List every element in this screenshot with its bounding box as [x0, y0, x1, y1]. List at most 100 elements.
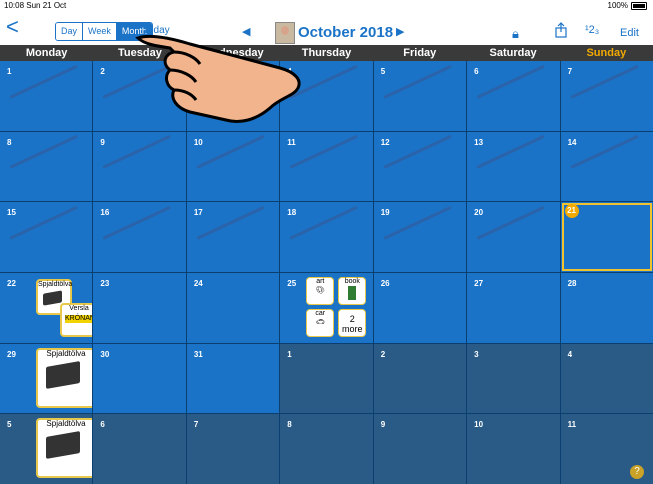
day-number: 22	[7, 278, 16, 288]
day-number: 2	[100, 67, 105, 76]
day-number: 7	[193, 420, 199, 430]
event-label: book	[344, 277, 360, 285]
event-label: Spjaldtölva	[38, 280, 73, 288]
day-cell[interactable]: 28	[560, 272, 653, 343]
day-number: 11	[567, 420, 577, 430]
day-cell-next-month[interactable]: 3	[467, 343, 560, 414]
day-number: 4	[567, 349, 573, 359]
day-cell[interactable]: 14	[560, 131, 653, 202]
day-number: 10	[193, 137, 203, 147]
event-card-versla[interactable]: Versla KRÓNAN	[60, 302, 93, 337]
day-cell[interactable]: 13	[467, 131, 560, 202]
month-title: October 2018	[298, 24, 394, 41]
day-cell[interactable]: 5	[373, 61, 467, 131]
day-cell-next-month[interactable]: 7	[186, 414, 280, 484]
day-number: 12	[380, 137, 390, 147]
help-icon[interactable]: ?	[630, 465, 644, 479]
day-number: 26	[380, 278, 390, 288]
segment-day[interactable]: Day	[56, 23, 84, 40]
day-number: 25	[287, 278, 297, 288]
day-number: 27	[474, 278, 484, 288]
event-label: art	[316, 277, 325, 285]
day-number: 23	[100, 278, 110, 288]
share-icon[interactable]	[555, 22, 567, 38]
day-number: 20	[474, 208, 484, 218]
car-icon: 🚗︎	[315, 318, 325, 326]
day-cell[interactable]: 27	[467, 272, 560, 343]
event-card-art[interactable]: art 🎨︎	[306, 276, 335, 305]
next-month-icon[interactable]: ▶	[396, 25, 404, 38]
day-number: 10	[474, 420, 484, 430]
more-events-button[interactable]: 2 more	[338, 308, 367, 337]
day-number: 8	[287, 420, 292, 430]
event-card-spjaldtolva[interactable]: Spjaldtölva	[36, 418, 93, 479]
weekday-label: Friday	[403, 47, 437, 59]
day-cell[interactable]: 24	[186, 272, 280, 343]
day-number: 30	[100, 349, 110, 359]
day-cell[interactable]: 16	[93, 202, 186, 272]
day-number: 5	[380, 67, 386, 76]
day-cell-next-month[interactable]: 5 Spjaldtölva	[0, 414, 93, 484]
day-cell[interactable]: 10	[186, 131, 280, 202]
day-cell[interactable]: 26	[373, 272, 467, 343]
day-number: 6	[100, 420, 105, 430]
day-cell[interactable]: 29 Spjaldtölva	[0, 343, 93, 414]
tablet-icon	[38, 358, 92, 397]
day-cell[interactable]: 15	[0, 202, 93, 272]
battery-indicator: 100%	[608, 1, 647, 10]
day-cell[interactable]: 19	[373, 202, 467, 272]
day-cell[interactable]: 8	[0, 131, 93, 202]
day-number: 11	[287, 137, 296, 147]
day-cell-next-month[interactable]: 8	[280, 414, 373, 484]
edit-button[interactable]: Edit	[620, 27, 639, 39]
day-cell[interactable]: 20	[467, 202, 560, 272]
day-number: 13	[474, 137, 484, 147]
battery-percent: 100%	[607, 1, 628, 10]
event-label: car	[315, 309, 326, 317]
lock-icon[interactable]: 🔒︎	[512, 26, 519, 42]
back-chevron-icon[interactable]: <	[6, 16, 19, 38]
event-card-book[interactable]: book	[338, 276, 367, 305]
weekday-header: Monday Tuesday Wednesday Thursday Friday…	[0, 45, 653, 61]
event-sublabel: KRÓNAN	[65, 314, 93, 323]
day-number: 6	[474, 67, 479, 76]
day-cell[interactable]: 25 art 🎨︎ book car 🚗︎ 2 more	[280, 272, 373, 343]
day-cell-next-month[interactable]: 10	[467, 414, 560, 484]
event-card-car[interactable]: car 🚗︎	[306, 308, 335, 337]
today-marker: 21	[564, 204, 579, 219]
event-card-spjaldtolva[interactable]: Spjaldtölva	[36, 347, 93, 408]
day-cell[interactable]: 18	[280, 202, 373, 272]
status-time: 10:08 Sun 21 Oct	[4, 1, 67, 10]
day-cell-next-month[interactable]: 6	[93, 414, 186, 484]
event-label: Versla	[69, 304, 89, 312]
day-cell[interactable]: 23	[93, 272, 186, 343]
day-cell-next-month[interactable]: 4	[560, 343, 653, 414]
book-icon	[348, 285, 357, 300]
day-cell[interactable]: 22 Spjaldtölva Versla KRÓNAN	[0, 272, 93, 343]
weekday-label-sunday: Sunday	[586, 47, 627, 59]
battery-icon	[631, 1, 647, 10]
day-number: 1	[287, 349, 292, 359]
day-cell[interactable]: 1	[0, 61, 93, 131]
day-number: 24	[193, 278, 203, 288]
day-cell[interactable]: 7	[560, 61, 653, 131]
day-cell[interactable]: 12	[373, 131, 467, 202]
segment-week[interactable]: Week	[83, 23, 117, 40]
day-cell[interactable]: 31	[186, 343, 280, 414]
month-grid: 1 2 3 4 5 6 7 8 9 10 11 12 13 14 15 16 1…	[0, 61, 653, 484]
day-number: 2	[380, 349, 386, 359]
day-number: 7	[567, 67, 573, 76]
day-cell-next-month[interactable]: 9	[373, 414, 467, 484]
day-cell[interactable]: 9	[93, 131, 186, 202]
day-number: 15	[7, 208, 16, 218]
day-cell[interactable]: 11	[280, 131, 373, 202]
day-cell[interactable]: 6	[467, 61, 560, 131]
day-cell[interactable]: 30	[93, 343, 186, 414]
day-cell-next-month[interactable]: 2	[373, 343, 467, 414]
day-cell-next-month[interactable]: 1	[280, 343, 373, 414]
numbers-toggle-button[interactable]: ¹2₃	[585, 24, 599, 36]
day-cell-today[interactable]: 21	[560, 202, 653, 272]
day-number: 19	[380, 208, 390, 218]
day-number: 5	[7, 420, 12, 430]
day-cell[interactable]: 17	[186, 202, 280, 272]
